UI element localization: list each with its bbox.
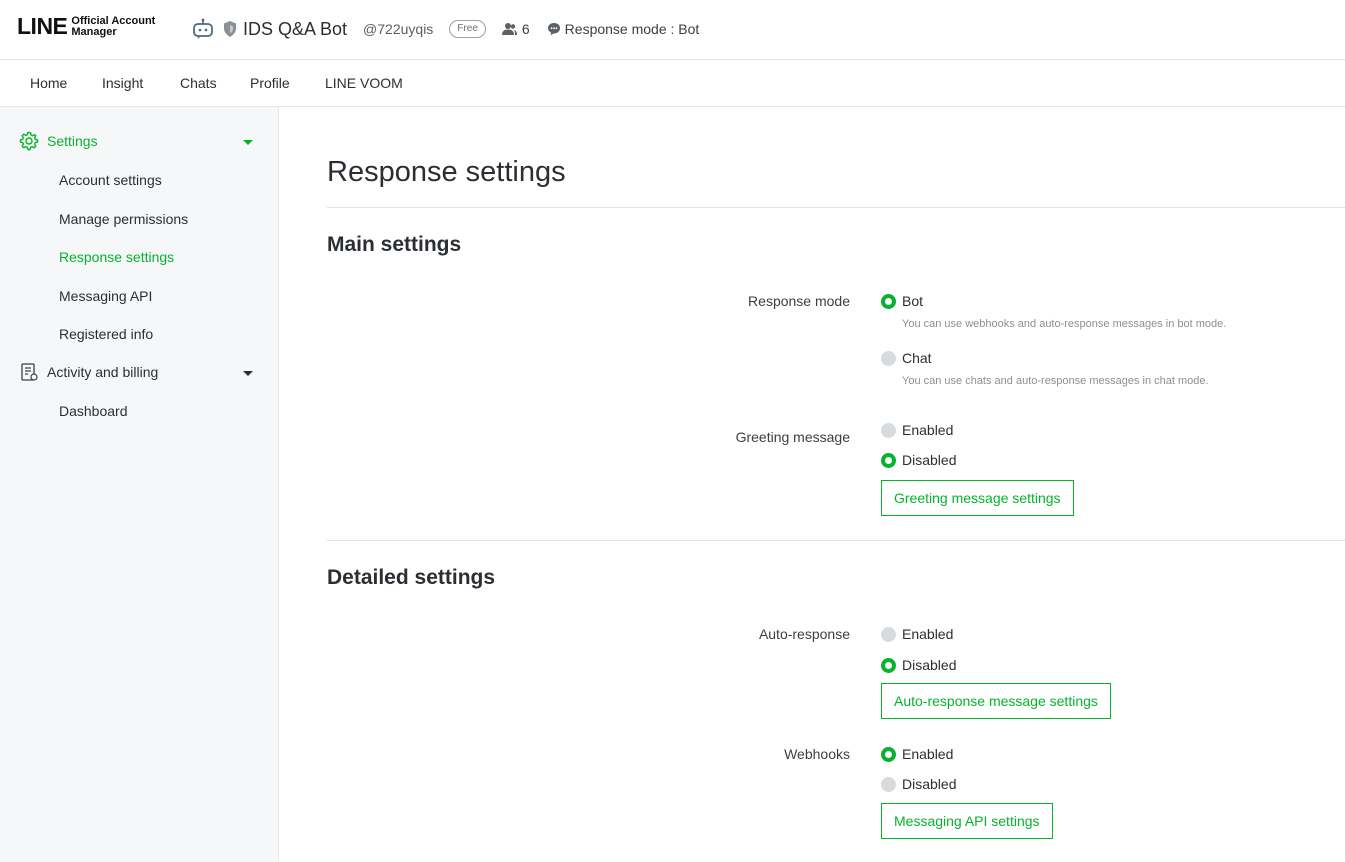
response-mode-indicator: Response mode : Bot — [547, 21, 700, 37]
gear-icon — [19, 131, 39, 151]
greeting-message-settings-button[interactable]: Greeting message settings — [881, 480, 1074, 516]
sidebar-item-messaging-api[interactable]: Messaging API — [59, 288, 152, 304]
sidebar-item-response-settings[interactable]: Response settings — [59, 249, 174, 265]
account-id: @722uyqis — [363, 21, 434, 37]
bot-mode-hint: You can use webhooks and auto-response m… — [902, 318, 1227, 330]
page-title: Response settings — [327, 156, 566, 188]
main-settings-title: Main settings — [327, 233, 462, 256]
radio-label: Bot — [902, 293, 924, 309]
bot-avatar-icon[interactable] — [192, 18, 214, 40]
radio-response-mode-chat[interactable]: Chat — [881, 350, 932, 366]
chevron-down-icon[interactable] — [243, 140, 253, 145]
radio-label: Enabled — [902, 746, 954, 762]
friends-number: 6 — [521, 21, 530, 37]
radio-response-mode-bot[interactable]: Bot — [881, 293, 923, 309]
radio-auto-response-enabled[interactable]: Enabled — [881, 626, 953, 642]
logo-line-text: LINE — [17, 13, 68, 39]
sidebar-section-activity-billing[interactable]: Activity and billing — [19, 362, 158, 382]
radio-label: Enabled — [902, 626, 954, 642]
sidebar: Settings Account settings Manage permiss… — [0, 107, 279, 862]
radio-unselected-indicator — [881, 626, 896, 642]
radio-label: Enabled — [902, 422, 954, 438]
radio-selected-indicator — [881, 452, 896, 468]
radio-greeting-disabled[interactable]: Disabled — [881, 452, 956, 468]
sidebar-settings-label: Settings — [47, 133, 98, 149]
account-name: IDS Q&A Bot — [243, 18, 348, 39]
radio-greeting-enabled[interactable]: Enabled — [881, 422, 953, 438]
plan-badge: Free — [449, 20, 486, 38]
webhooks-label: Webhooks — [784, 746, 850, 762]
response-mode-label: Response mode — [748, 293, 850, 309]
radio-label: Disabled — [902, 776, 957, 792]
nav-profile[interactable]: Profile — [250, 75, 290, 91]
logo-sub-line-2: Manager — [71, 25, 117, 38]
divider — [327, 207, 1345, 208]
radio-label: Chat — [902, 350, 932, 366]
nav-line-voom[interactable]: LINE VOOM — [325, 75, 403, 91]
radio-selected-indicator — [881, 746, 896, 762]
radio-unselected-indicator — [881, 422, 896, 438]
chat-bubble-icon — [547, 23, 560, 36]
radio-selected-indicator — [881, 657, 896, 673]
messaging-api-settings-button[interactable]: Messaging API settings — [881, 803, 1053, 839]
radio-unselected-indicator — [881, 350, 896, 366]
chevron-down-icon[interactable] — [243, 371, 253, 376]
friends-count: 6 — [501, 21, 530, 37]
divider — [327, 540, 1345, 541]
receipt-icon — [21, 363, 38, 381]
radio-label: Disabled — [902, 452, 957, 468]
radio-label: Disabled — [902, 657, 957, 673]
greeting-message-label: Greeting message — [735, 429, 850, 445]
verified-shield-icon — [224, 21, 236, 37]
auto-response-label: Auto-response — [758, 626, 850, 642]
auto-response-message-settings-button[interactable]: Auto-response message settings — [881, 683, 1111, 719]
sidebar-section-settings[interactable]: Settings — [19, 131, 98, 151]
nav-home[interactable]: Home — [30, 75, 67, 91]
sidebar-item-manage-permissions[interactable]: Manage permissions — [59, 211, 188, 227]
radio-unselected-indicator — [881, 776, 896, 792]
chat-mode-hint: You can use chats and auto-response mess… — [902, 375, 1209, 387]
top-navigation: Home Insight Chats Profile LINE VOOM — [0, 60, 1345, 107]
line-oa-manager-logo[interactable]: LINE Official Account Manager — [17, 15, 155, 38]
radio-webhooks-disabled[interactable]: Disabled — [881, 776, 956, 792]
nav-chats[interactable]: Chats — [180, 75, 217, 91]
top-header: LINE Official Account Manager IDS Q&A Bo… — [0, 0, 1345, 60]
detailed-settings-title: Detailed settings — [327, 566, 496, 589]
friends-icon — [501, 23, 517, 35]
response-mode-text: Response mode : Bot — [564, 21, 700, 37]
sidebar-item-dashboard[interactable]: Dashboard — [59, 403, 128, 419]
logo-subtitle: Official Account Manager — [71, 15, 155, 38]
sidebar-item-registered-info[interactable]: Registered info — [59, 326, 153, 342]
radio-selected-indicator — [881, 293, 896, 309]
sidebar-activity-label: Activity and billing — [47, 364, 159, 380]
sidebar-item-account-settings[interactable]: Account settings — [59, 172, 162, 188]
radio-auto-response-disabled[interactable]: Disabled — [881, 657, 956, 673]
nav-insight[interactable]: Insight — [102, 75, 143, 91]
radio-webhooks-enabled[interactable]: Enabled — [881, 746, 953, 762]
account-info: IDS Q&A Bot @722uyqis Free 6 Response mo… — [192, 17, 699, 41]
